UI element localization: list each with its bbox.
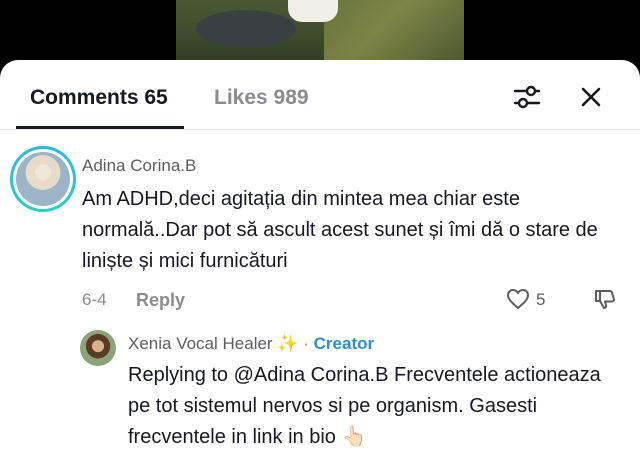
sparkle-icon: ✨: [277, 334, 299, 353]
comment-username[interactable]: Adina Corina.B: [82, 156, 196, 176]
singing-bowl: [288, 0, 338, 22]
creator-avatar[interactable]: [80, 330, 116, 366]
heart-icon[interactable]: [506, 288, 530, 310]
close-icon[interactable]: [576, 82, 606, 112]
reply-button[interactable]: Reply: [136, 290, 185, 311]
reply-username-line: Xenia Vocal Healer ✨ · Creator: [128, 334, 374, 354]
tab-comments[interactable]: Comments 65: [30, 86, 168, 110]
tab-bar: Comments 65 Likes 989: [0, 60, 640, 130]
thumbs-down-icon[interactable]: [593, 287, 617, 311]
active-tab-indicator: [16, 126, 184, 129]
reply-text: Replying to @Adina Corina.B Frecventele …: [128, 364, 601, 448]
reply-username[interactable]: Xenia Vocal Healer: [128, 334, 273, 353]
separator-dot: ·: [303, 334, 309, 353]
tab-likes[interactable]: Likes 989: [214, 86, 309, 110]
comments-sheet: Comments 65 Likes 989 Adina Corina.B Am …: [0, 60, 640, 456]
avatar[interactable]: [10, 146, 76, 212]
comment-text: Am ADHD,deci agitația din mintea mea chi…: [82, 188, 598, 272]
comment-date: 6-4: [82, 290, 107, 309]
creator-badge: Creator: [313, 334, 375, 353]
like-count: 5: [536, 290, 546, 309]
filter-sliders-icon[interactable]: [512, 82, 542, 112]
